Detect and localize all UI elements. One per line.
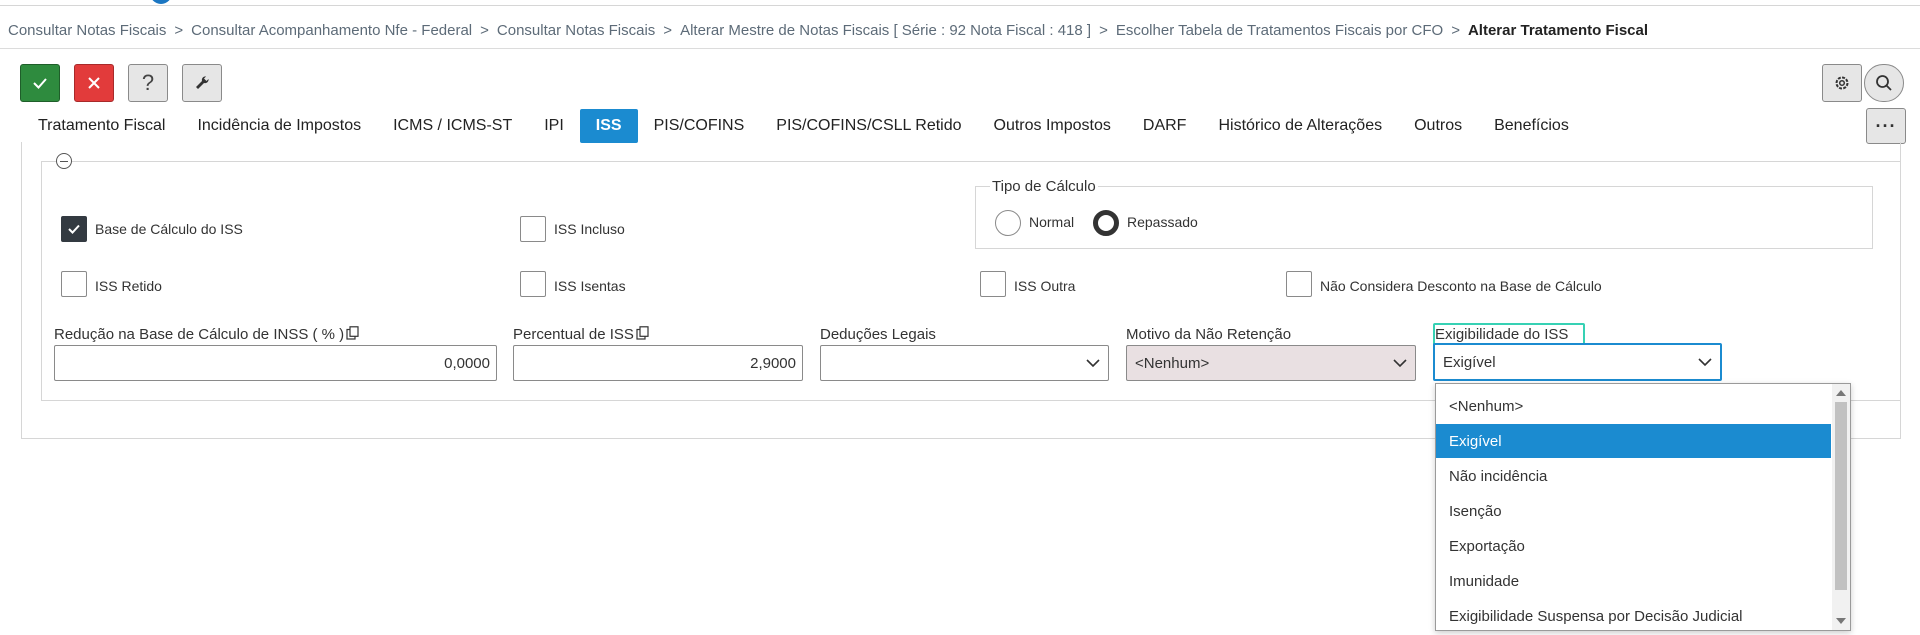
tipo-calculo-legend: Tipo de Cálculo bbox=[990, 178, 1098, 195]
breadcrumb-separator: > bbox=[480, 21, 489, 39]
label-normal: Normal bbox=[1029, 214, 1075, 230]
dropdown-option-nao-incidencia[interactable]: Não incidência bbox=[1436, 459, 1831, 493]
breadcrumb-item-alterar-mestre[interactable]: Alterar Mestre de Notas Fiscais [ Série … bbox=[680, 22, 1091, 39]
label-iss-outra: ISS Outra bbox=[1014, 278, 1076, 294]
dropdown-option-isencao[interactable]: Isenção bbox=[1436, 494, 1831, 528]
deducoes-legais-select[interactable] bbox=[820, 345, 1109, 381]
scroll-thumb[interactable] bbox=[1835, 402, 1847, 590]
dropdown-option-nenhum[interactable]: <Nenhum> bbox=[1436, 389, 1831, 423]
label-percentual-iss-text: Percentual de ISS bbox=[513, 326, 634, 343]
tab-iss[interactable]: ISS bbox=[579, 109, 638, 143]
help-label: ? bbox=[141, 70, 155, 95]
breadcrumb-separator: > bbox=[1099, 21, 1108, 39]
checkbox-iss-retido[interactable] bbox=[61, 271, 87, 297]
check-icon bbox=[68, 224, 80, 234]
top-accent-bar bbox=[0, 0, 1920, 6]
tab-outros[interactable]: Outros bbox=[1398, 109, 1478, 143]
copy-icon[interactable] bbox=[636, 326, 649, 340]
label-reducao-base: Redução na Base de Cálculo de INSS ( % ) bbox=[54, 326, 359, 343]
scroll-up-icon[interactable] bbox=[1836, 390, 1846, 396]
motivo-nao-retencao-value: <Nenhum> bbox=[1135, 354, 1210, 372]
search-icon bbox=[1876, 75, 1892, 91]
gear-icon bbox=[1835, 76, 1849, 90]
radio-repassado[interactable] bbox=[1093, 210, 1119, 236]
reducao-base-value: 0,0000 bbox=[444, 354, 490, 372]
tab-darf[interactable]: DARF bbox=[1127, 109, 1203, 143]
percentual-iss-input[interactable]: 2,9000 bbox=[513, 345, 803, 381]
tab-tratamento-fiscal[interactable]: Tratamento Fiscal bbox=[22, 109, 181, 143]
tab-ipi[interactable]: IPI bbox=[528, 109, 580, 143]
chevron-down-icon bbox=[1086, 358, 1100, 367]
breadcrumb-separator: > bbox=[663, 21, 673, 39]
breadcrumb-separator: > bbox=[174, 21, 184, 39]
breadcrumb-item-current: Alterar Tratamento Fiscal bbox=[1467, 21, 1649, 39]
tab-bar: Tratamento Fiscal Incidência de Impostos… bbox=[22, 109, 1585, 143]
chevron-down-icon bbox=[1698, 357, 1712, 366]
check-icon bbox=[33, 78, 47, 89]
breadcrumb: Consultar Notas Fiscais > Consultar Acom… bbox=[8, 20, 1648, 40]
breadcrumb-item-consultar-notas-fiscais-2[interactable]: Consultar Notas Fiscais bbox=[497, 22, 655, 39]
checkbox-iss-isentas[interactable] bbox=[520, 271, 546, 297]
wrench-icon bbox=[196, 76, 209, 89]
breadcrumb-separator: > bbox=[1451, 21, 1460, 39]
tab-pis-cofins[interactable]: PIS/COFINS bbox=[638, 109, 761, 143]
tools-button[interactable] bbox=[182, 64, 222, 102]
scroll-down-icon[interactable] bbox=[1836, 618, 1846, 624]
dropdown-option-exigibilidade-suspensa[interactable]: Exigibilidade Suspensa por Decisão Judic… bbox=[1436, 599, 1831, 630]
checkbox-base-calculo-iss[interactable] bbox=[61, 216, 87, 242]
settings-button[interactable] bbox=[1822, 64, 1862, 102]
label-repassado: Repassado bbox=[1127, 214, 1198, 230]
radio-normal[interactable] bbox=[995, 210, 1021, 236]
copy-icon[interactable] bbox=[346, 326, 359, 340]
checkbox-iss-incluso[interactable] bbox=[520, 216, 546, 242]
breadcrumb-item-escolher-tabela[interactable]: Escolher Tabela de Tratamentos Fiscais p… bbox=[1116, 22, 1443, 39]
label-iss-isentas: ISS Isentas bbox=[554, 278, 626, 294]
exigibilidade-dropdown-list: <Nenhum> Exigível Não incidência Isenção… bbox=[1435, 383, 1851, 631]
tab-incidencia-impostos[interactable]: Incidência de Impostos bbox=[181, 109, 377, 143]
label-iss-retido: ISS Retido bbox=[95, 278, 162, 294]
motivo-nao-retencao-select[interactable]: <Nenhum> bbox=[1126, 345, 1416, 381]
tab-icms-icms-st[interactable]: ICMS / ICMS-ST bbox=[377, 109, 528, 143]
label-motivo-nao-retencao: Motivo da Não Retenção bbox=[1126, 326, 1292, 343]
dropdown-option-exportacao[interactable]: Exportação bbox=[1436, 529, 1831, 563]
dropdown-scrollbar[interactable] bbox=[1832, 384, 1850, 630]
breadcrumb-item-acompanhamento-nfe[interactable]: Consultar Acompanhamento Nfe - Federal bbox=[191, 22, 472, 39]
dropdown-option-imunidade[interactable]: Imunidade bbox=[1436, 564, 1831, 598]
help-button[interactable]: ? bbox=[128, 64, 168, 102]
percentual-iss-value: 2,9000 bbox=[750, 354, 796, 372]
cancel-button[interactable] bbox=[74, 64, 114, 102]
tab-pis-cofins-csll-retido[interactable]: PIS/COFINS/CSLL Retido bbox=[760, 109, 977, 143]
checkbox-iss-outra[interactable] bbox=[980, 271, 1006, 297]
more-icon: ··· bbox=[1875, 115, 1897, 136]
reducao-base-input[interactable]: 0,0000 bbox=[54, 345, 497, 381]
header-divider bbox=[0, 48, 1920, 49]
search-button[interactable] bbox=[1864, 64, 1904, 102]
label-reducao-base-text: Redução na Base de Cálculo de INSS ( % ) bbox=[54, 326, 345, 343]
exigibilidade-iss-select[interactable]: Exigível bbox=[1433, 343, 1722, 381]
breadcrumb-item-consultar-notas-fiscais[interactable]: Consultar Notas Fiscais bbox=[8, 22, 166, 39]
close-icon bbox=[88, 77, 100, 89]
chevron-down-icon bbox=[1393, 358, 1407, 367]
dropdown-option-exigivel[interactable]: Exigível bbox=[1436, 424, 1831, 458]
more-tabs-button[interactable]: ··· bbox=[1866, 108, 1906, 144]
logo-fragment bbox=[150, 0, 172, 4]
collapse-icon[interactable] bbox=[56, 153, 72, 169]
label-base-calculo-iss: Base de Cálculo do ISS bbox=[95, 221, 243, 237]
label-percentual-iss: Percentual de ISS bbox=[513, 326, 649, 343]
label-deducoes-legais: Deduções Legais bbox=[820, 326, 936, 343]
confirm-button[interactable] bbox=[20, 64, 60, 102]
label-nao-considera-desconto: Não Considera Desconto na Base de Cálcul… bbox=[1320, 278, 1602, 294]
tab-historico-alteracoes[interactable]: Histórico de Alterações bbox=[1202, 109, 1398, 143]
checkbox-nao-considera-desconto[interactable] bbox=[1286, 271, 1312, 297]
tab-outros-impostos[interactable]: Outros Impostos bbox=[978, 109, 1127, 143]
tab-beneficios[interactable]: Benefícios bbox=[1478, 109, 1585, 143]
label-iss-incluso: ISS Incluso bbox=[554, 221, 625, 237]
exigibilidade-iss-value: Exigível bbox=[1443, 353, 1496, 371]
